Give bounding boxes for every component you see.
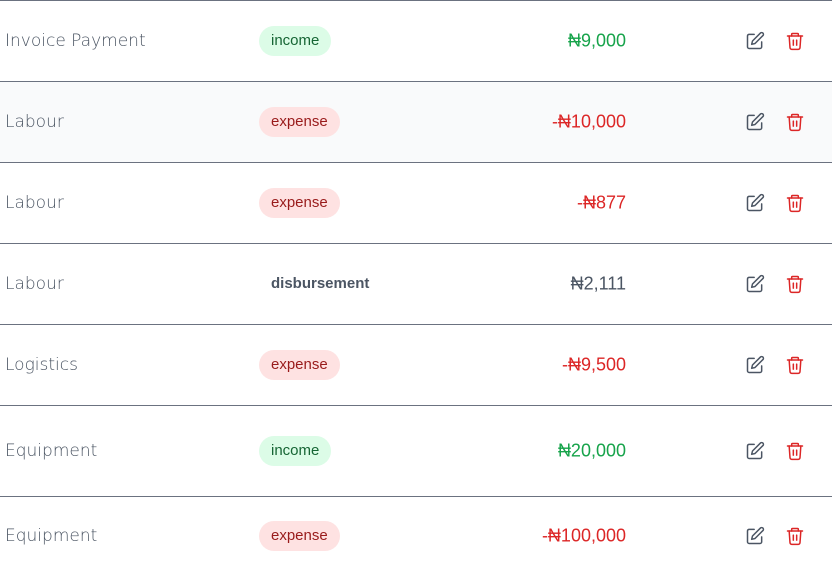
edit-icon[interactable] [744,354,766,376]
type-badge: expense [259,521,340,551]
type-badge: income [259,26,332,56]
type-badge: income [259,436,332,466]
row-actions [744,440,806,462]
table-row: Invoice Payment income ₦9,000 [0,1,832,82]
edit-icon[interactable] [744,440,766,462]
type-badge: expense [259,188,340,218]
transaction-amount: ₦9,000 [567,30,626,51]
row-actions [744,354,806,376]
edit-icon[interactable] [744,111,766,133]
transaction-amount: ₦2,111 [570,273,626,294]
transactions-table: Invoice Payment income ₦9,000 Labour exp… [0,0,832,575]
transaction-description: Labour [5,112,64,132]
table-row: Labour expense -₦10,000 [0,82,832,163]
row-actions [744,525,806,547]
trash-icon[interactable] [784,111,806,133]
table-row: Equipment income ₦20,000 [0,406,832,497]
edit-icon[interactable] [744,273,766,295]
row-actions [744,273,806,295]
transaction-amount: -₦877 [576,192,626,213]
type-badge: expense [259,107,340,137]
transaction-description: Equipment [5,526,98,546]
trash-icon[interactable] [784,525,806,547]
transaction-description: Labour [5,193,64,213]
trash-icon[interactable] [784,354,806,376]
transaction-amount: ₦20,000 [557,440,626,461]
transaction-description: Labour [5,274,64,294]
transaction-amount: -₦9,500 [561,354,626,375]
table-row: Equipment expense -₦100,000 [0,497,832,575]
edit-icon[interactable] [744,30,766,52]
trash-icon[interactable] [784,192,806,214]
transaction-description: Invoice Payment [5,31,146,51]
edit-icon[interactable] [744,192,766,214]
transaction-amount: -₦100,000 [541,525,626,546]
type-badge: expense [259,350,340,380]
row-actions [744,30,806,52]
transaction-description: Logistics [5,355,78,375]
trash-icon[interactable] [784,273,806,295]
transaction-description: Equipment [5,441,98,461]
trash-icon[interactable] [784,30,806,52]
edit-icon[interactable] [744,525,766,547]
trash-icon[interactable] [784,440,806,462]
table-row: Labour disbursement ₦2,111 [0,244,832,325]
type-badge: disbursement [271,275,370,292]
table-row: Labour expense -₦877 [0,163,832,244]
transaction-amount: -₦10,000 [551,111,626,132]
table-row: Logistics expense -₦9,500 [0,325,832,406]
row-actions [744,192,806,214]
row-actions [744,111,806,133]
